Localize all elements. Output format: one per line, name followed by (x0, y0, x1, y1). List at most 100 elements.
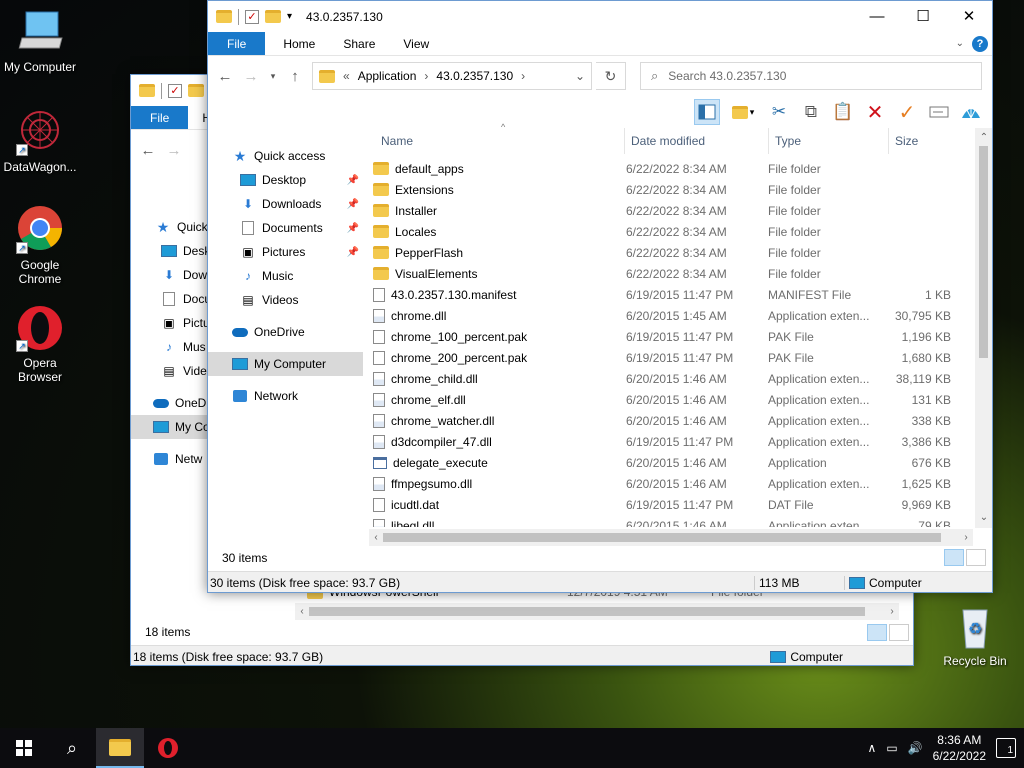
table-row[interactable]: PepperFlash 6/22/2022 8:34 AM File folder (363, 242, 992, 263)
back-nav-my-computer[interactable]: My Co (131, 415, 211, 439)
scroll-up-icon[interactable]: ⌃ (977, 132, 991, 143)
nav-music[interactable]: ♪ Music (208, 264, 363, 288)
horizontal-scrollbar[interactable]: ‹ › (369, 529, 973, 546)
column-date[interactable]: Date modified (625, 128, 769, 154)
table-row[interactable]: default_apps 6/22/2022 8:34 AM File folder (363, 158, 992, 179)
desktop-icon-my-computer[interactable]: My Computer (0, 8, 80, 74)
search-input[interactable]: ⌕ Search 43.0.2357.130 (640, 62, 982, 90)
nav-downloads[interactable]: ⬇ Downloads 📌 (208, 192, 363, 216)
scroll-right-icon[interactable]: › (959, 532, 973, 543)
start-button[interactable] (0, 728, 48, 768)
back-nav-videos[interactable]: ▤ Vide (131, 359, 211, 383)
column-size[interactable]: Size (889, 128, 959, 154)
forward-arrow-icon[interactable]: → (163, 142, 185, 159)
clock[interactable]: 8:36 AM 6/22/2022 (933, 732, 986, 764)
table-row[interactable]: d3dcompiler_47.dll 6/19/2015 11:47 PM Appl… (363, 431, 992, 452)
nav-desktop[interactable]: Desktop 📌 (208, 168, 363, 192)
network-status-icon[interactable]: ▭ (886, 741, 897, 755)
forward-arrow-icon[interactable]: → (240, 68, 262, 85)
new-folder-icon[interactable] (188, 84, 204, 97)
view-options-icon[interactable]: ▾ (726, 99, 760, 125)
back-tab-file[interactable]: File (131, 106, 189, 129)
back-nav-desktop[interactable]: Desk (131, 239, 211, 263)
table-row[interactable]: Locales 6/22/2022 8:34 AM File folder (363, 221, 992, 242)
notifications-icon[interactable]: 1 (996, 738, 1016, 758)
paste-icon[interactable]: 📋 (830, 99, 856, 125)
back-arrow-icon[interactable]: ← (214, 68, 236, 85)
chevron-right-icon[interactable]: › (521, 69, 525, 83)
breadcrumb-version[interactable]: 43.0.2357.130 (436, 69, 513, 83)
desktop-icon-opera[interactable]: ↗ Opera Browser (0, 304, 80, 384)
show-hidden-icons[interactable]: ∧ (868, 741, 877, 755)
recent-locations-icon[interactable]: ▾ (266, 71, 280, 82)
tab-share[interactable]: Share (329, 32, 389, 55)
properties-icon[interactable]: ✓ (168, 83, 182, 98)
back-nav-quick[interactable]: ★ Quick (131, 215, 211, 239)
desktop-icon-recycle-bin[interactable]: ♻ Recycle Bin (935, 602, 1015, 668)
nav-my-computer[interactable]: My Computer (208, 352, 363, 376)
taskbar-opera[interactable] (144, 728, 192, 768)
desktop-icon-google-chrome[interactable]: ↗ Google Chrome (0, 206, 80, 286)
table-row[interactable]: chrome.dll 6/20/2015 1:45 AM Application e… (363, 305, 992, 326)
tab-home[interactable]: Home (265, 32, 329, 55)
back-horizontal-scrollbar[interactable]: ‹ › (295, 603, 899, 620)
large-icons-view-button[interactable] (966, 549, 986, 566)
back-nav-network[interactable]: Netw (131, 447, 211, 471)
nav-network[interactable]: Network (208, 384, 363, 408)
table-row[interactable]: Installer 6/22/2022 8:34 AM File folder (363, 200, 992, 221)
nav-videos[interactable]: ▤ Videos (208, 288, 363, 312)
nav-documents[interactable]: Documents 📌 (208, 216, 363, 240)
minimize-icon[interactable]: — (854, 1, 900, 32)
title-bar[interactable]: ✓ ▾ 43.0.2357.130 — ☐ ✕ (208, 1, 992, 32)
back-nav-music[interactable]: ♪ Mus (131, 335, 211, 359)
scroll-right-icon[interactable]: › (885, 606, 899, 617)
large-icons-view-button[interactable] (889, 624, 909, 641)
table-row[interactable]: chrome_200_percent.pak 6/19/2015 11:47 PM… (363, 347, 992, 368)
table-row[interactable]: delegate_execute 6/20/2015 1:46 AM Applica… (363, 452, 992, 473)
help-icon[interactable]: ? (972, 35, 988, 52)
volume-icon[interactable]: 🔊 (908, 741, 923, 755)
table-row[interactable]: VisualElements 6/22/2022 8:34 AM File fold… (363, 263, 992, 284)
tab-file[interactable]: File (208, 32, 266, 55)
details-view-button[interactable] (944, 549, 964, 566)
table-row[interactable]: chrome_elf.dll 6/20/2015 1:46 AM Applicati… (363, 389, 992, 410)
delete-icon[interactable]: ✕ (862, 99, 888, 125)
new-folder-icon[interactable] (265, 10, 281, 23)
details-view-button[interactable] (867, 624, 887, 641)
search-button[interactable]: ⌕ (48, 728, 96, 768)
chevron-right-icon[interactable]: › (424, 69, 428, 83)
expand-ribbon-icon[interactable]: ⌄ (956, 38, 964, 49)
checkmark-icon[interactable]: ✓ (894, 99, 920, 125)
properties-icon[interactable]: ✓ (245, 9, 259, 24)
back-nav-downloads[interactable]: ⬇ Dow (131, 263, 211, 287)
back-nav-pictures[interactable]: ▣ Pictu (131, 311, 211, 335)
customize-quick-access-icon[interactable]: ▾ (287, 11, 292, 22)
nav-quick-access[interactable]: ★ Quick access (208, 144, 363, 168)
preview-pane-icon[interactable] (694, 99, 720, 125)
cut-icon[interactable]: ✂ (766, 99, 792, 125)
table-row[interactable]: ffmpegsumo.dll 6/20/2015 1:46 AM Applicati… (363, 473, 992, 494)
nav-pictures[interactable]: ▣ Pictures 📌 (208, 240, 363, 264)
table-row[interactable]: chrome_100_percent.pak 6/19/2015 11:47 PM… (363, 326, 992, 347)
breadcrumb-application[interactable]: Application (358, 69, 417, 83)
shell-icon[interactable] (958, 99, 984, 125)
back-arrow-icon[interactable]: ← (137, 142, 159, 159)
vertical-scrollbar[interactable]: ⌃ ⌄ (975, 128, 992, 528)
scroll-left-icon[interactable]: ‹ (295, 606, 309, 617)
table-row[interactable]: Extensions 6/22/2022 8:34 AM File folder (363, 179, 992, 200)
table-row[interactable]: icudtl.dat 6/19/2015 11:47 PM DAT File 9,96… (363, 494, 992, 515)
scroll-left-icon[interactable]: ‹ (369, 532, 383, 543)
refresh-icon[interactable]: ↻ (596, 62, 626, 90)
address-bar[interactable]: « Application › 43.0.2357.130 › ⌄ (312, 62, 592, 90)
maximize-icon[interactable]: ☐ (900, 1, 946, 32)
back-nav-onedrive[interactable]: OneDr (131, 391, 211, 415)
table-row[interactable]: libegl.dll 6/20/2015 1:46 AM Application e… (363, 515, 992, 527)
nav-onedrive[interactable]: OneDrive (208, 320, 363, 344)
column-type[interactable]: Type (769, 128, 889, 154)
up-arrow-icon[interactable]: ↑ (284, 68, 306, 85)
scroll-down-icon[interactable]: ⌄ (977, 512, 991, 523)
address-overflow[interactable]: « (343, 69, 350, 83)
copy-icon[interactable]: ⧉ (798, 99, 824, 125)
desktop-icon-datawagon[interactable]: ↗ DataWagon... (0, 108, 80, 174)
chevron-down-icon[interactable]: ⌄ (575, 69, 585, 83)
